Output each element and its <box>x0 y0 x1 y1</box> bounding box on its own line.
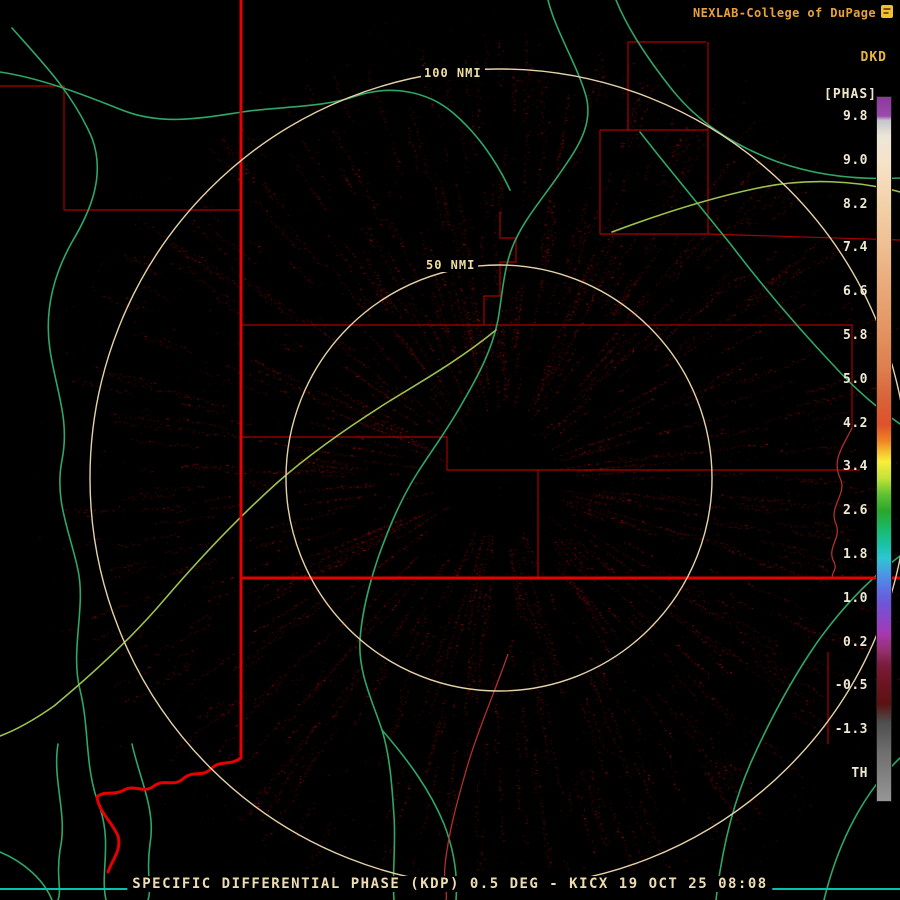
colorbar-tick-label: 9.8 <box>843 109 868 124</box>
rivers <box>445 428 852 900</box>
state-border-nv-az-river <box>97 578 241 872</box>
colorbar-tick-label: 5.0 <box>843 372 868 387</box>
map-overlay <box>0 0 900 900</box>
colorbar-tick-label: 5.8 <box>843 328 868 343</box>
highway <box>0 330 496 736</box>
colorbar-tick-label: -0.5 <box>835 678 868 693</box>
county-borders <box>0 42 900 744</box>
colorbar-tick-label: 3.4 <box>843 459 868 474</box>
county-border-segment <box>241 437 860 470</box>
highway <box>0 72 510 190</box>
county-border-segment <box>0 86 241 210</box>
product-id-label: DKD <box>861 50 887 65</box>
colorbar-tick-label: 2.6 <box>843 503 868 518</box>
colorbar-tick-label: 6.6 <box>843 284 868 299</box>
highways-green <box>0 0 900 900</box>
product-caption: SPECIFIC DIFFERENTIAL PHASE (KDP) 0.5 DE… <box>127 876 772 892</box>
colorbar-tick-label: 4.2 <box>843 416 868 431</box>
colorbar-tick-label: 8.2 <box>843 197 868 212</box>
colorbar-tick-label: 9.0 <box>843 153 868 168</box>
state-borders <box>97 0 900 872</box>
highway <box>57 744 63 900</box>
cod-logo-icon <box>880 4 894 19</box>
highway-i15 <box>360 0 588 900</box>
range-ring-label-100nmi: 100 NMI <box>421 66 485 80</box>
range-ring-100nmi <box>90 69 900 887</box>
colorbar-tick-label: TH <box>851 766 868 781</box>
page-title: NEXLAB-College of DuPage <box>693 6 876 20</box>
radar-display: NEXLAB-College of DuPage DKD [PHAS] 9.8 9… <box>0 0 900 900</box>
colorbar-tick-label: 1.8 <box>843 547 868 562</box>
range-ring-50nmi <box>286 265 712 691</box>
range-rings <box>90 69 900 887</box>
colorbar <box>876 96 892 802</box>
colorbar-tick-label: -1.3 <box>835 722 868 737</box>
colorbar-tick-label: 1.0 <box>843 591 868 606</box>
range-ring-label-50nmi: 50 NMI <box>423 258 478 272</box>
units-label: [PHAS] <box>824 87 877 102</box>
highway <box>716 556 900 900</box>
highway <box>0 852 52 900</box>
colorbar-tick-label: 7.4 <box>843 240 868 255</box>
highway <box>12 28 106 900</box>
colorbar-tick-label: 0.2 <box>843 635 868 650</box>
